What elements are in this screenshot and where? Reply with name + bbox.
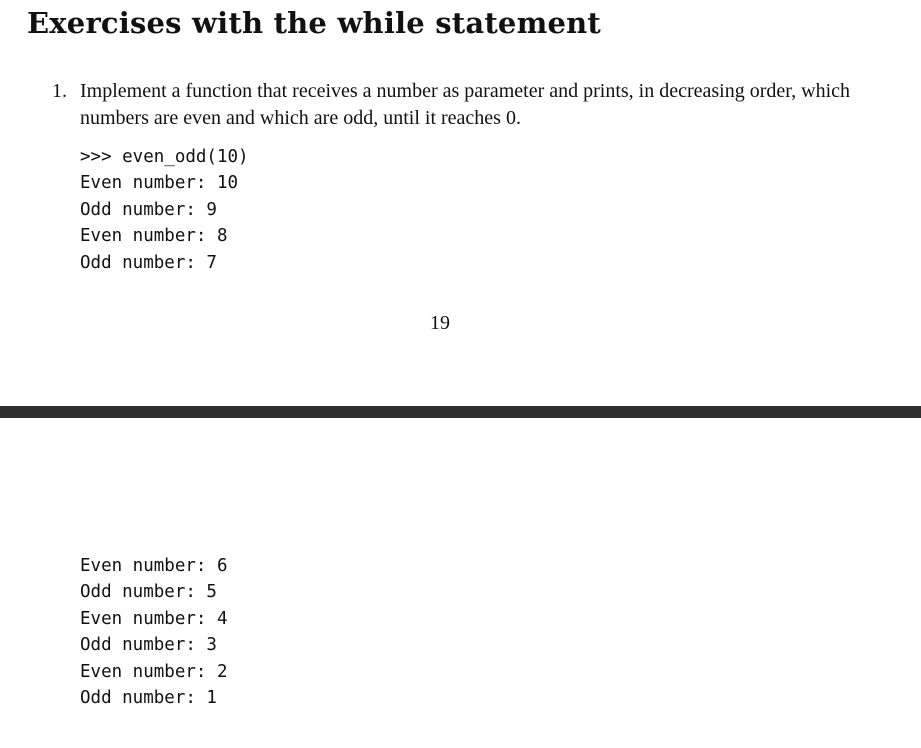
code-block: >>> even_odd(10) Even number: 10 Odd numbe… — [80, 144, 249, 276]
code-line: Odd number: 9 — [80, 199, 217, 220]
document-page-19: Exercises with the while statement 1. Im… — [0, 0, 921, 406]
code-line: Odd number: 5 — [80, 582, 217, 603]
section-title: Exercises with the while statement — [27, 6, 601, 40]
exercise-text: Implement a function that receives a num… — [80, 80, 851, 129]
code-line: Even number: 2 — [80, 661, 228, 682]
code-line-prompt: >>> even_odd(10) — [80, 147, 249, 167]
code-line: Even number: 10 — [80, 173, 239, 194]
code-line: Even number: 8 — [80, 226, 228, 247]
exercise-item: 1. Implement a function that receives a … — [52, 78, 872, 132]
code-line: Odd number: 7 — [80, 252, 217, 273]
code-line: Even number: 4 — [80, 608, 228, 629]
code-line: Even number: 6 — [80, 556, 228, 576]
code-block-continued: Even number: 6 Odd number: 5 Even number: … — [80, 553, 228, 711]
code-line: Odd number: 3 — [80, 635, 217, 656]
page-separator — [0, 406, 921, 418]
exercise-number: 1. — [52, 80, 67, 102]
code-line: Odd number: 1 — [80, 687, 217, 708]
page-number: 19 — [430, 312, 450, 334]
